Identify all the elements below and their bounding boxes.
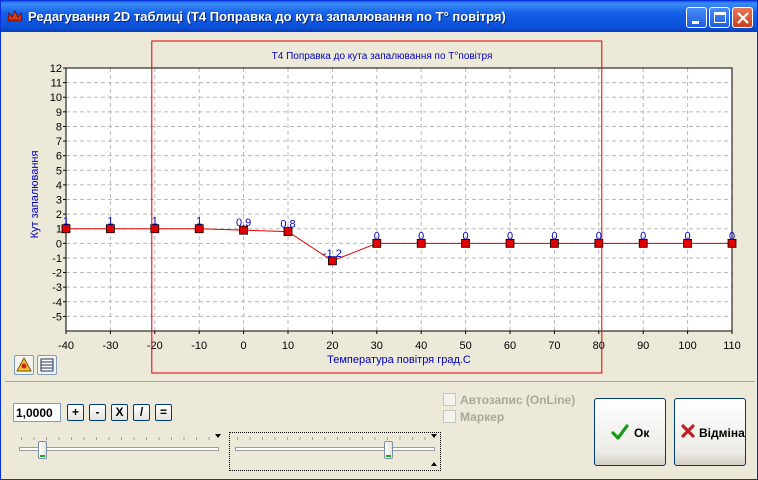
data-label: 0.8 — [280, 219, 295, 231]
x-tick-label: 10 — [282, 340, 294, 352]
minimize-button[interactable] — [686, 7, 707, 28]
editor-window: Редагування 2D таблиці (T4 Поправка до к… — [0, 0, 758, 480]
marker-label: Маркер — [460, 410, 505, 424]
data-label: 0 — [729, 230, 735, 242]
y-tick-label: -3 — [52, 282, 62, 294]
x-tick-label: -30 — [102, 340, 118, 352]
y-axis-label: Кут запалювання — [29, 151, 41, 239]
checkbox-box[interactable] — [443, 393, 456, 406]
data-label: 0 — [463, 230, 469, 242]
y-tick-label: 3 — [56, 195, 62, 207]
cross-icon — [681, 424, 695, 438]
chart-title: T4 Поправка до кута запалювання по T°пов… — [272, 51, 493, 62]
data-label: 0 — [418, 230, 424, 242]
data-label: 1 — [107, 216, 113, 228]
slider-ticks — [21, 437, 217, 440]
minimize-icon — [692, 21, 699, 24]
close-icon — [737, 12, 749, 24]
minus-button[interactable]: - — [89, 404, 106, 421]
x-tick-label: 0 — [241, 340, 247, 352]
divide-button[interactable]: / — [133, 404, 150, 421]
slider-thumb[interactable] — [38, 441, 48, 459]
y-tick-label: -1 — [52, 253, 62, 265]
y-tick-label: 4 — [56, 180, 62, 192]
y-tick-label: 11 — [51, 78, 62, 90]
plus-button[interactable]: + — [67, 404, 84, 421]
x-tick-label: 20 — [326, 340, 338, 352]
x-tick-label: 40 — [415, 340, 427, 352]
x-tick-label: 110 — [723, 340, 741, 352]
data-label: 0 — [507, 230, 513, 242]
equals-button[interactable]: = — [155, 404, 172, 421]
chart-settings-button[interactable] — [14, 355, 34, 375]
chevron-up-icon — [431, 462, 437, 466]
x-tick-label: -10 — [191, 340, 207, 352]
checkbox-box[interactable] — [443, 410, 456, 423]
title-bar[interactable]: Редагування 2D таблиці (T4 Поправка до к… — [1, 1, 757, 32]
y-tick-label: 2 — [56, 209, 62, 221]
data-label: 1 — [152, 216, 158, 228]
marker-checkbox[interactable]: Маркер — [443, 410, 583, 424]
y-tick-label: 10 — [50, 92, 62, 104]
checkmark-icon — [611, 424, 629, 440]
slider-thumb[interactable] — [383, 441, 393, 459]
x-tick-label: 60 — [504, 340, 516, 352]
slider-track — [235, 447, 435, 451]
x-tick-label: -40 — [58, 340, 74, 352]
ok-label: Ок — [634, 426, 650, 440]
data-label: 0 — [551, 230, 557, 242]
y-tick-label: -4 — [52, 297, 62, 309]
chart-settings-icon — [16, 356, 32, 372]
window-title: Редагування 2D таблиці (T4 Поправка до к… — [28, 9, 506, 24]
data-label: -1.2 — [323, 248, 342, 260]
x-tick-label: 100 — [678, 340, 696, 352]
data-label: 0 — [374, 230, 380, 242]
data-label: 0 — [596, 230, 602, 242]
maximize-icon — [714, 12, 726, 23]
y-tick-label: 0 — [56, 238, 62, 250]
multiply-button[interactable]: X — [111, 404, 128, 421]
y-tick-label: -2 — [52, 268, 62, 280]
y-tick-label: 12 — [50, 63, 62, 75]
autosave-label: Автозапис (OnLine) — [460, 393, 576, 407]
chart[interactable]: -5-4-3-2-10123456789101112-40 -30 -20 -10 0 1… — [7, 36, 753, 376]
chevron-down-icon — [431, 434, 437, 438]
table-view-button[interactable] — [37, 355, 57, 375]
chart-panel[interactable]: -5 -4 -3 -2 -1 0 1 2 3 4 5 6 7 8 9 10 11 12 -40 -30 -20 -10 0 1… — [7, 36, 753, 376]
x-tick-label: 80 — [593, 340, 605, 352]
y-tick-label: 1 — [56, 224, 62, 236]
cancel-button[interactable]: Відміна — [674, 398, 746, 466]
x-axis-label: Температура повітря град.С — [327, 354, 471, 366]
y-tick-label: 9 — [56, 107, 62, 119]
data-label: 1 — [196, 216, 202, 228]
data-label: 0.9 — [236, 217, 251, 229]
autosave-checkbox[interactable]: Автозапис (OnLine) — [443, 393, 583, 407]
y-tick-label: 5 — [56, 165, 62, 177]
slider-track — [19, 447, 219, 451]
right-slider[interactable] — [231, 433, 439, 469]
y-tick-label: -5 — [52, 311, 62, 323]
y-tick-label: 8 — [56, 121, 62, 133]
left-slider[interactable] — [15, 433, 223, 469]
cancel-label: Відміна — [699, 426, 745, 440]
data-label: 0 — [685, 230, 691, 242]
chevron-down-icon — [215, 434, 221, 438]
close-button[interactable] — [732, 7, 753, 28]
slider-ticks — [237, 437, 433, 440]
ok-button[interactable]: Ок — [594, 398, 666, 466]
y-tick-label: 7 — [56, 136, 62, 148]
value-input[interactable] — [13, 403, 61, 422]
x-tick-label: 30 — [371, 340, 383, 352]
crown-icon — [7, 10, 23, 22]
maximize-button[interactable] — [709, 7, 730, 28]
data-label: 1 — [63, 216, 69, 228]
x-tick-label: -20 — [147, 340, 163, 352]
x-tick-label: 50 — [459, 340, 471, 352]
x-tick-label: 90 — [637, 340, 649, 352]
data-label: 0 — [640, 230, 646, 242]
y-tick-label: 6 — [56, 151, 62, 163]
table-icon — [40, 358, 54, 372]
x-tick-label: 70 — [548, 340, 560, 352]
